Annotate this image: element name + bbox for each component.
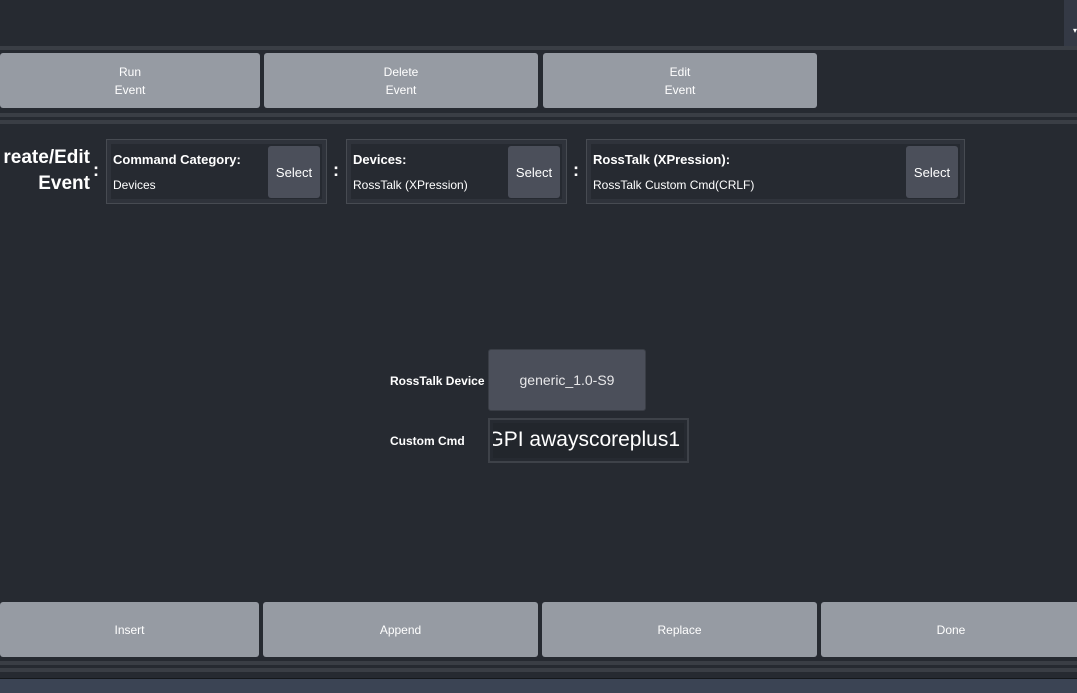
top-scrollbar[interactable]: ▾ (1064, 0, 1077, 46)
selector-heading: Command Category: (113, 152, 241, 167)
chevron-down-icon: ▾ (1072, 26, 1077, 35)
separator-colon: : (333, 160, 339, 180)
label: Event (114, 82, 146, 97)
append-button[interactable]: Append (263, 602, 538, 657)
bottom-bar (0, 678, 1077, 693)
divider (0, 668, 1077, 672)
devices-selector: Devices: RossTalk (XPression) Select (346, 139, 567, 204)
custom-cmd-value: GPI awayscoreplus1 (493, 423, 684, 458)
edit-event-button[interactable]: Edit Event (543, 53, 817, 108)
selector-heading: RossTalk (XPression): (593, 152, 731, 167)
divider (0, 113, 1077, 117)
label: Edit (669, 64, 691, 79)
custom-cmd-input[interactable]: GPI awayscoreplus1 (488, 418, 689, 463)
select-button[interactable]: Select (906, 146, 958, 198)
select-button[interactable]: Select (268, 146, 320, 198)
select-button[interactable]: Select (508, 146, 560, 198)
label: Delete (383, 64, 419, 79)
divider (0, 46, 1077, 50)
page-title: reate/Edit Event (3, 147, 90, 194)
selector-heading: Devices: (353, 152, 407, 167)
label: Event (664, 82, 696, 97)
command-category-selector: Command Category: Devices Select (106, 139, 327, 204)
replace-button[interactable]: Replace (542, 602, 817, 657)
done-button[interactable]: Done (821, 602, 1077, 657)
label: Run (118, 64, 141, 79)
rosstalk-device-label: RossTalk Device (390, 374, 485, 388)
divider (0, 661, 1077, 665)
divider (0, 120, 1077, 124)
selector-value: RossTalk Custom Cmd(CRLF) (593, 178, 755, 192)
run-event-button[interactable]: Run Event (0, 53, 260, 108)
custom-cmd-label: Custom Cmd (390, 434, 465, 448)
selector-value: Devices (113, 178, 156, 192)
delete-event-button[interactable]: Delete Event (264, 53, 538, 108)
rosstalk-selector: RossTalk (XPression): RossTalk Custom Cm… (586, 139, 965, 204)
selector-value: RossTalk (XPression) (353, 178, 468, 192)
separator-colon: : (573, 160, 579, 180)
separator-colon: : (93, 160, 99, 180)
insert-button[interactable]: Insert (0, 602, 259, 657)
label: Event (385, 82, 417, 97)
rosstalk-device-button[interactable]: generic_1.0-S9 (488, 349, 646, 411)
